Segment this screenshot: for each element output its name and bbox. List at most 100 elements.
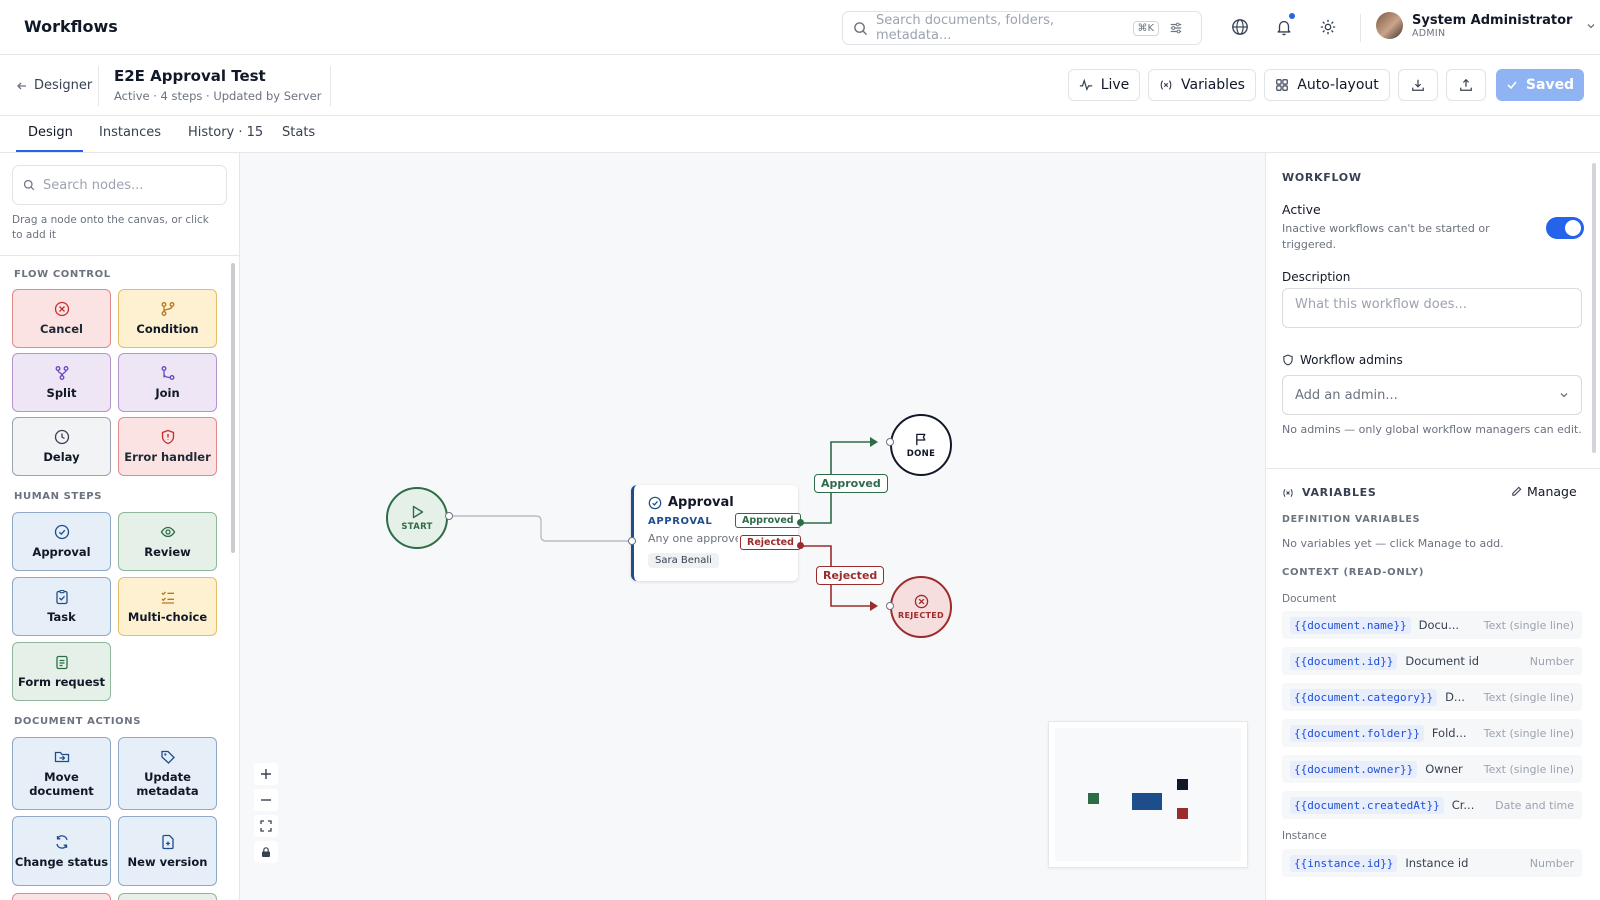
palette-node-split[interactable]: Split (12, 353, 111, 412)
workflow-canvas[interactable]: START Approval APPROVAL Any one approves… (240, 153, 1265, 900)
lock-button[interactable] (254, 841, 278, 863)
description-field[interactable]: What this workflow does... (1282, 288, 1582, 328)
variables-label: Variables (1181, 77, 1245, 93)
approved-output-handle[interactable] (797, 519, 804, 526)
context-title: CONTEXT (READ-ONLY) (1282, 567, 1425, 578)
node-search[interactable]: Search nodes... (12, 165, 227, 205)
zoom-out-button[interactable] (254, 789, 278, 811)
live-button[interactable]: Live (1068, 69, 1140, 101)
rejected-input-handle[interactable] (886, 602, 894, 610)
palette-node-partial[interactable] (12, 893, 111, 900)
palette-node-approval[interactable]: Approval (12, 512, 111, 571)
document-group-label: Document (1282, 593, 1337, 605)
zoom-in-button[interactable] (254, 763, 278, 785)
rejected-output-handle[interactable] (797, 542, 804, 549)
palette-node-new-version[interactable]: New version (118, 816, 217, 886)
upload-button[interactable] (1446, 69, 1486, 101)
edge-approved-arrow (870, 437, 878, 447)
palette-node-label: Split (46, 386, 77, 400)
start-output-handle[interactable] (445, 512, 453, 520)
add-admin-select[interactable]: Add an admin... (1282, 375, 1582, 415)
gear-icon[interactable] (1317, 16, 1339, 38)
palette-node-multi-choice[interactable]: Multi-choice (118, 577, 217, 636)
variable-type: Text (single line) (1483, 762, 1574, 776)
active-tab-indicator (16, 150, 83, 152)
download-button[interactable] (1398, 69, 1438, 101)
instance-group-label: Instance (1282, 830, 1327, 842)
palette-node-review[interactable]: Review (118, 512, 217, 571)
variable-row[interactable]: {{instance.id}} Instance id Number (1282, 849, 1582, 877)
palette-node-delay[interactable]: Delay (12, 417, 111, 476)
fit-view-button[interactable] (254, 815, 278, 837)
activity-icon (1079, 78, 1092, 92)
global-search[interactable]: Search documents, folders, metadata... ⌘… (842, 11, 1202, 45)
palette-node-cancel[interactable]: Cancel (12, 289, 111, 348)
edge-start-approval (449, 515, 632, 542)
user-name: System Administrator (1412, 12, 1573, 28)
palette-node-label: Form request (18, 675, 105, 689)
variable-row[interactable]: {{document.folder}} Fold... Text (single… (1282, 719, 1582, 747)
edge-label-rejected: Rejected (816, 566, 885, 585)
variable-row[interactable]: {{document.owner}} Owner Text (single li… (1282, 755, 1582, 783)
done-node[interactable]: DONE (890, 414, 952, 476)
properties-scrollbar[interactable] (1592, 163, 1596, 453)
bell-icon[interactable] (1273, 13, 1295, 38)
tab-design[interactable]: Design (28, 125, 73, 140)
form-icon (55, 655, 68, 670)
filter-sliders-icon[interactable] (1169, 21, 1183, 35)
palette-scrollbar[interactable] (231, 263, 235, 553)
minimap[interactable] (1048, 721, 1248, 868)
workflow-admins-header: Workflow admins (1282, 353, 1403, 367)
tab-history[interactable]: History · 15 (188, 125, 263, 140)
palette-divider (0, 255, 239, 256)
approval-input-handle[interactable] (628, 537, 636, 545)
palette-node-condition[interactable]: Condition (118, 289, 217, 348)
variable-row[interactable]: {{document.id}} Document id Number (1282, 647, 1582, 675)
chevron-down-icon (1587, 23, 1595, 28)
live-label: Live (1100, 77, 1130, 93)
check-circle-icon (648, 496, 662, 509)
node-search-input[interactable]: Search nodes... (43, 178, 143, 193)
manage-variables-button[interactable]: Manage (1511, 484, 1577, 499)
variables-button[interactable]: Variables (1148, 69, 1256, 101)
x-circle-icon (54, 301, 69, 317)
tab-instances[interactable]: Instances (99, 125, 161, 140)
approval-node-desc: Any one approves (648, 532, 738, 545)
palette-node-move-document[interactable]: Move document (12, 737, 111, 810)
rejected-node[interactable]: REJECTED (890, 576, 952, 638)
maximize-icon (260, 820, 272, 832)
workflow-admins-label: Workflow admins (1300, 353, 1403, 367)
start-node[interactable]: START (386, 487, 448, 549)
palette-node-join[interactable]: Join (118, 353, 217, 412)
variable-row[interactable]: {{document.category}} D... Text (single … (1282, 683, 1582, 711)
globe-icon[interactable] (1229, 16, 1251, 38)
variable-row[interactable]: {{document.name}} Docu... Text (single l… (1282, 611, 1582, 639)
app-title: Workflows (24, 17, 118, 36)
palette-node-form-request[interactable]: Form request (12, 642, 111, 701)
variable-type: Number (1529, 856, 1574, 870)
variable-icon (1283, 488, 1293, 497)
palette-node-partial[interactable] (118, 893, 217, 900)
start-label: START (401, 522, 433, 532)
saved-button[interactable]: Saved (1496, 69, 1584, 101)
approval-node[interactable]: Approval APPROVAL Any one approves Sara … (631, 485, 801, 581)
back-to-designer-link[interactable]: Designer (16, 78, 92, 93)
minimap-rejected-node (1177, 808, 1188, 819)
workflow-title: E2E Approval Test (114, 67, 266, 85)
palette-node-task[interactable]: Task (12, 577, 111, 636)
tab-stats[interactable]: Stats (282, 125, 315, 140)
check-circle-icon (54, 524, 69, 540)
palette-node-update-metadata[interactable]: Update metadata (118, 737, 217, 810)
done-input-handle[interactable] (886, 438, 894, 446)
user-menu[interactable]: System Administrator ADMIN (1376, 12, 1596, 39)
variable-row[interactable]: {{document.createdAt}} Cr... Date and ti… (1282, 791, 1582, 819)
palette-node-change-status[interactable]: Change status (12, 816, 111, 886)
palette-node-error-handler[interactable]: Error handler (118, 417, 217, 476)
palette-node-label: Update metadata (136, 770, 199, 798)
auto-layout-button[interactable]: Auto-layout (1264, 69, 1390, 101)
global-search-input[interactable]: Search documents, folders, metadata... (876, 13, 1133, 43)
plus-icon (261, 769, 271, 779)
pencil-icon (1512, 486, 1522, 496)
avatar (1376, 12, 1403, 39)
active-toggle[interactable] (1546, 217, 1584, 239)
